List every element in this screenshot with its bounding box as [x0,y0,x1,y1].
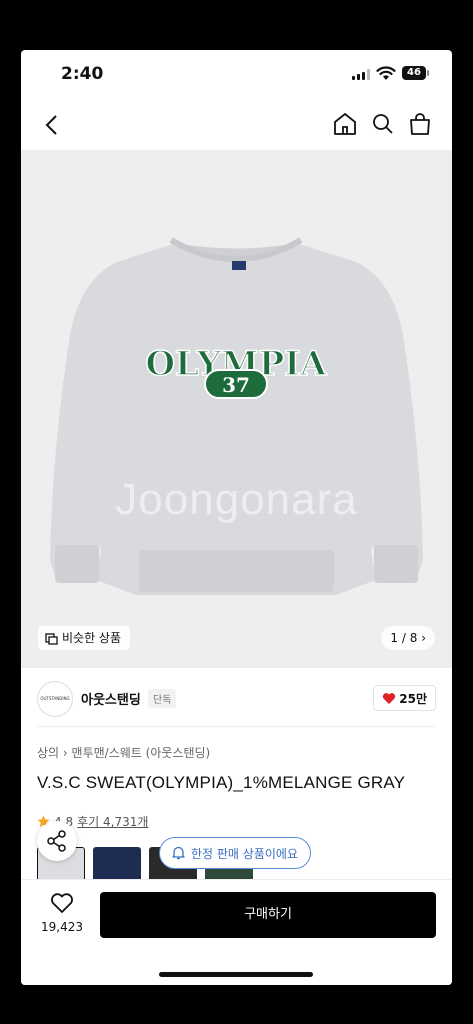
brand-like-count: 25만 [399,691,427,706]
product-image[interactable]: OLYMPIA 37 Joongonara 비슷한 상품 1 / 8 › [21,150,452,668]
similar-label: 비슷한 상품 [62,631,122,645]
brand-row[interactable]: OUTSTANDING 아웃스탠딩 단독 25만 [21,678,452,720]
status-time: 2:40 [61,64,104,84]
top-nav [21,102,452,148]
chevron-right-icon: › [62,746,72,760]
brand-logo[interactable]: OUTSTANDING [37,681,73,717]
limited-sale-toast: 한정 판매 상품이에요 [159,837,311,869]
heart-filled-icon [383,692,396,704]
bell-icon [172,846,185,860]
breadcrumb-item[interactable]: 상의 [37,746,59,760]
battery-icon: 46 [402,66,429,80]
status-bar: 2:40 46 [21,50,452,98]
product-title: V.S.C SWEAT(OLYMPIA)_1%MELANGE GRAY [37,773,406,792]
divider [37,726,436,727]
home-icon[interactable] [331,110,359,138]
print-number: 37 [222,373,250,397]
breadcrumb: 상의 › 맨투맨/스웨트 (아웃스탠딩) [37,744,210,761]
wifi-icon [376,66,396,80]
counter-text: 1 / 8 [390,631,418,645]
similar-products-button[interactable]: 비슷한 상품 [38,626,131,650]
phone-screen: 2:40 46 OLYMPIA 37 Joongonara 비슷한 상품 1 /… [21,50,452,985]
brand-name[interactable]: 아웃스탠딩 [81,689,141,708]
exclusive-badge: 단독 [148,689,177,708]
heart-outline-icon [51,893,73,913]
bag-icon[interactable] [406,110,434,138]
brand-like-button[interactable]: 25만 [373,685,436,711]
thumbnail-navy[interactable] [93,847,141,883]
sweatshirt-illustration: OLYMPIA 37 [50,237,423,595]
watermark: Joongonara [115,475,358,524]
wishlist-count: 19,423 [41,920,83,934]
image-counter[interactable]: 1 / 8 › [381,626,435,650]
signal-icon [352,69,370,80]
bottom-action-bar: 19,423 구매하기 [21,879,452,985]
limited-sale-label: 한정 판매 상품이에요 [191,846,298,861]
share-button[interactable] [37,821,77,861]
search-icon[interactable] [369,110,397,138]
breadcrumb-item[interactable]: 맨투맨/스웨트 (아웃스탠딩) [72,746,211,760]
wishlist-button[interactable]: 19,423 [31,892,93,934]
back-icon[interactable] [37,110,67,140]
share-icon [47,830,66,852]
similar-icon [45,632,58,645]
home-indicator[interactable] [159,972,313,977]
reviews-link[interactable]: 후기 4,731개 [77,813,148,830]
buy-button[interactable]: 구매하기 [100,892,436,938]
